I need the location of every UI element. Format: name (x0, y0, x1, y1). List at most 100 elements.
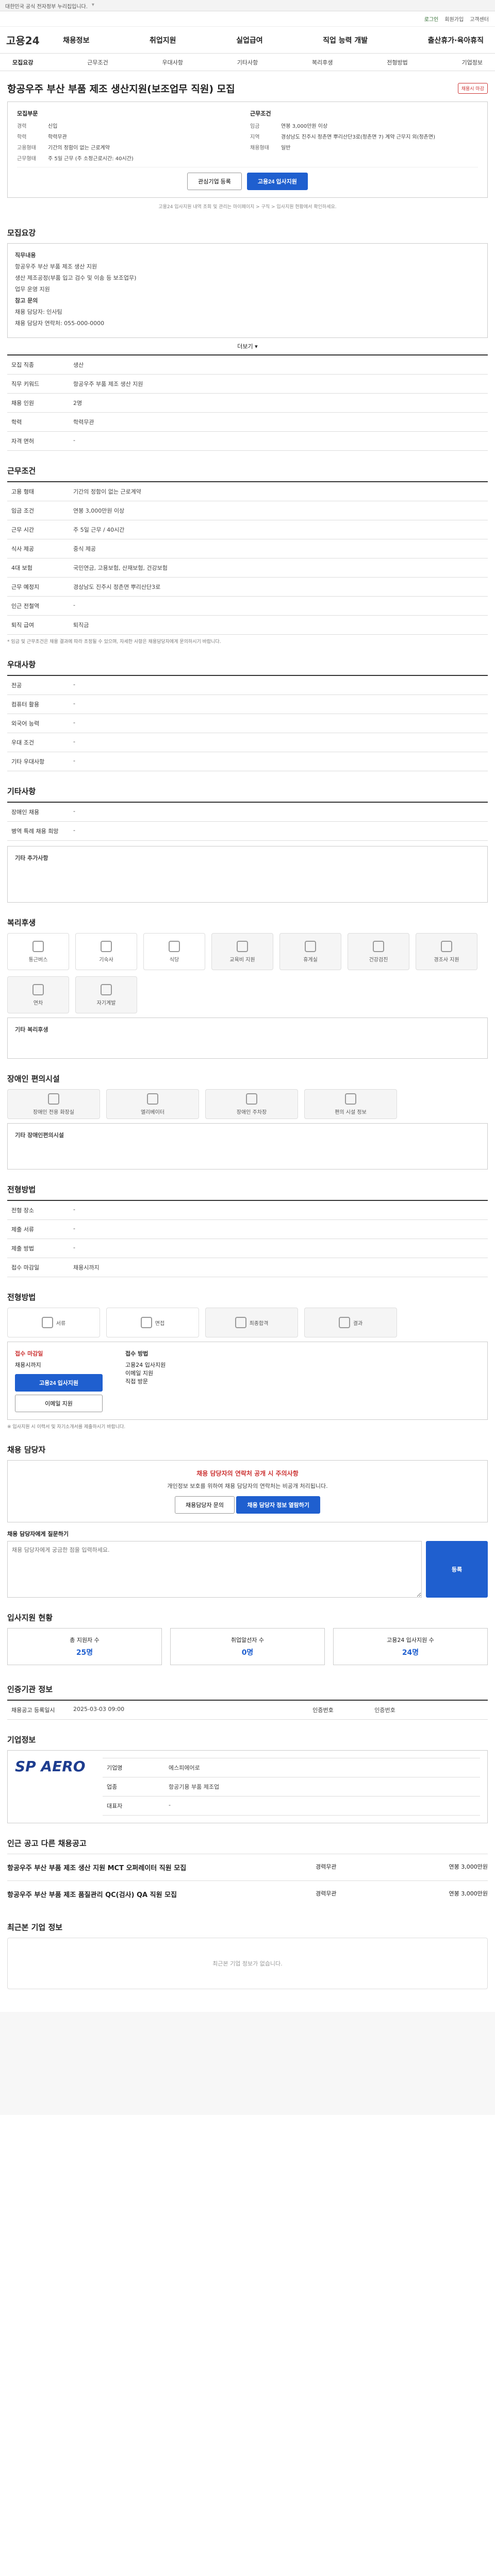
qa-submit-button[interactable]: 등록 (426, 1541, 488, 1598)
cell: 인증번호 (308, 1700, 371, 1720)
nav-employment-support[interactable]: 취업지원 (150, 35, 176, 45)
tab-welfare[interactable]: 복리후생 (312, 58, 333, 66)
cell: 업종 (103, 1777, 164, 1797)
help-link[interactable]: 고객센터 (470, 15, 489, 23)
qa-row: 등록 (7, 1541, 488, 1598)
contact-manager-button[interactable]: 채용담당자 문의 (175, 1496, 235, 1514)
other-job-title[interactable]: 항공우주 부산 부품 제조 생산 지원 MCT 오퍼레이터 직원 모집 (7, 1862, 203, 1872)
signup-link[interactable]: 회원가입 (444, 15, 464, 23)
apply-heading: 접수 마감일 (15, 1350, 43, 1357)
header: 고용24 채용정보 취업지원 실업급여 직업 능력 개발 출산휴가·육아휴직 (0, 27, 495, 54)
apply-button[interactable]: 고용24 입사지원 (246, 173, 308, 190)
global-nav: 채용정보 취업지원 실업급여 직업 능력 개발 출산휴가·육아휴직 (63, 35, 489, 45)
company-table: 기업명 에스피에어로 업종 항공기용 부품 제조업 대표자 - (103, 1758, 480, 1816)
bus-icon (32, 940, 44, 952)
apply-email-button[interactable]: 이메일 지원 (15, 1395, 103, 1412)
cell: - (164, 1796, 480, 1816)
stat-label: 총 지원자 수 (70, 1637, 100, 1643)
label: 지역 (250, 134, 260, 140)
stat-value: 24명 (402, 1649, 419, 1657)
cell: 채용시까지 (69, 1258, 488, 1277)
view-manager-button[interactable]: 채용 담당자 정보 열람하기 (236, 1496, 320, 1514)
other-job[interactable]: 항공우주 부산 부품 제조 생산 지원 MCT 오퍼레이터 직원 모집 경력무관… (7, 1854, 488, 1880)
label: 근무형태 (17, 156, 36, 162)
cell: - (69, 714, 488, 733)
summary-right-heading: 근무조건 (250, 110, 271, 117)
nav-training[interactable]: 직업 능력 개발 (323, 35, 368, 45)
table-row: 제출 방법 - (7, 1239, 488, 1258)
nav-leave[interactable]: 출산휴가·육아휴직 (428, 35, 484, 45)
cell: - (69, 675, 488, 695)
facility-item: 편의 시설 정보 (304, 1089, 397, 1119)
nav-jobs[interactable]: 채용정보 (63, 35, 90, 45)
manager-warning: 채용 담당자의 연락처 공개 시 주의사항 개인정보 보호를 위하여 채용 담당… (7, 1460, 488, 1522)
other-job[interactable]: 항공우주 부산 부품 제조 품질관리 QC(검사) QA 직원 모집 경력무관 … (7, 1880, 488, 1907)
tab-company[interactable]: 기업정보 (462, 58, 483, 66)
facility-label: 장애인 전용 화장실 (33, 1109, 74, 1115)
welfare-item: 건강검진 (348, 933, 409, 970)
process-step: 최종합격 (205, 1308, 298, 1337)
label: 고용형태 (17, 145, 36, 151)
cell: 국민연금, 고용보험, 산재보험, 건강보험 (69, 558, 488, 578)
conditions-note: * 임금 및 근무조건은 채용 결과에 따라 조정될 수 있으며, 자세한 사항… (7, 639, 221, 645)
stat-value: 25명 (76, 1649, 93, 1657)
cell: 자격 면허 (7, 431, 69, 451)
job-line: 업무 운영 지원 (15, 286, 50, 293)
job-line: 생산 제조공정(부품 입고 검수 및 이송 등 보조업무) (15, 275, 137, 281)
etc-table: 장애인 채용 - 병역 특례 채용 희망 - (7, 802, 488, 841)
cell: 대표자 (103, 1796, 164, 1816)
welfare-item: 경조사 지원 (416, 933, 477, 970)
welfare-label: 경조사 지원 (434, 957, 459, 963)
tab-conditions[interactable]: 근무조건 (87, 58, 108, 66)
cell: 인근 전철역 (7, 596, 69, 616)
qa-input[interactable] (7, 1541, 422, 1598)
tab-preferences[interactable]: 우대사항 (162, 58, 183, 66)
cell: - (69, 821, 488, 841)
cell: 항공기용 부품 제조업 (164, 1777, 480, 1797)
recruit-table: 모집 직종 생산 직무 키워드 항공우주 부품 제조 생산 지원 채용 인원 2명 학… (7, 354, 488, 451)
site-logo[interactable]: 고용24 (6, 32, 63, 47)
apply-online-button[interactable]: 고용24 입사지원 (15, 1374, 103, 1392)
process-step: 면접 (106, 1308, 199, 1337)
tab-recruit[interactable]: 모집요강 (12, 58, 33, 66)
step-label: 서류 (56, 1320, 66, 1327)
process-step: 결과 (304, 1308, 397, 1337)
cell: 접수 마감일 (7, 1258, 69, 1277)
cell: 기간의 정함이 없는 근로계약 (69, 481, 488, 501)
table-row: 업종 항공기용 부품 제조업 (103, 1777, 480, 1797)
interest-button[interactable]: 관심기업 등록 (187, 173, 242, 190)
welfare-item: 교육비 지원 (211, 933, 273, 970)
stat-value: 0명 (241, 1649, 254, 1657)
table-row: 대표자 - (103, 1796, 480, 1816)
nav-unemployment[interactable]: 실업급여 (236, 35, 263, 45)
section-tabs: 모집요강 근무조건 우대사항 기타사항 복리후생 전형방법 기업정보 (0, 54, 495, 71)
cell: 경상남도 진주시 정촌면 뿌리산단3로 (69, 577, 488, 597)
apply-right: 접수 방법 고용24 입사지원 이메일 지원 직접 방문 (125, 1349, 480, 1412)
section-title: 전형방법 (7, 1185, 36, 1194)
other-job-title[interactable]: 항공우주 부산 부품 제조 품질관리 QC(검사) QA 직원 모집 (7, 1889, 203, 1899)
restaurant-icon (169, 940, 180, 952)
summary-right: 근무조건 임금 연봉 3,000만원 이상 지역 경상남도 진주시 정촌면 뿌리산단… (250, 109, 478, 162)
value: 기간의 정함이 없는 근로계약 (48, 145, 110, 151)
welfare-label: 건강검진 (369, 957, 388, 963)
table-row: 기업명 에스피에어로 (103, 1758, 480, 1777)
tab-etc[interactable]: 기타사항 (237, 58, 258, 66)
status-badge: 채용시 마감 (457, 83, 488, 94)
education-icon (237, 940, 248, 952)
cell: - (69, 752, 488, 771)
welfare-extra-heading: 기타 복리후생 (15, 1026, 48, 1033)
cell: - (69, 1219, 488, 1239)
summary-left-heading: 모집부문 (17, 110, 38, 117)
more-button[interactable]: 더보기 ▾ (7, 342, 488, 350)
chevron-down-icon[interactable]: ▾ (92, 2, 94, 9)
section-title: 입사지원 현황 (7, 1613, 53, 1622)
cell: 제출 방법 (7, 1239, 69, 1258)
table-row: 병역 특례 채용 희망 - (7, 821, 488, 841)
cell: 퇴직금 (69, 615, 488, 635)
login-link[interactable]: 로그인 (424, 15, 439, 23)
preferences-table: 전공 - 컴퓨터 활용 - 외국어 능력 - 우대 조건 - 기타 우대사항 - (7, 675, 488, 771)
label: 채용형태 (250, 145, 269, 151)
welfare-item: 자기계발 (75, 976, 137, 1013)
cell: 장애인 채용 (7, 802, 69, 822)
tab-selection[interactable]: 전형방법 (387, 58, 407, 66)
